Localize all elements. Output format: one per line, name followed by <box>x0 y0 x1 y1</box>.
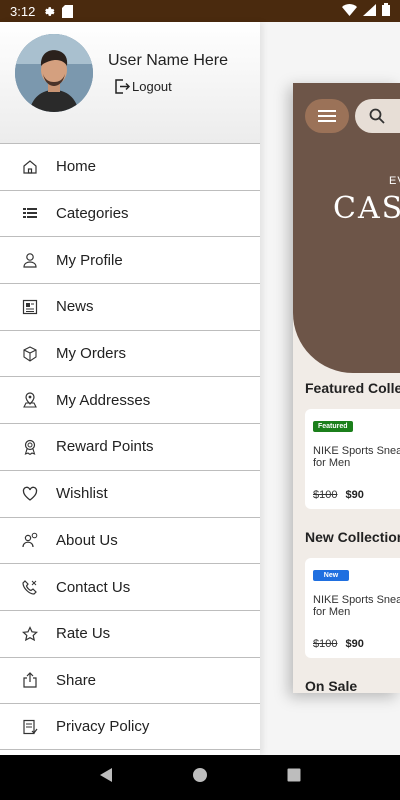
featured-badge: Featured <box>313 421 353 432</box>
orders-icon <box>21 345 39 363</box>
news-icon <box>21 298 39 316</box>
menu-item-label: News <box>56 298 94 316</box>
system-navigation-bar <box>0 755 400 800</box>
menu-item-about-us[interactable]: About Us <box>0 516 260 564</box>
old-price: $100 <box>313 638 338 650</box>
drawer-header: User Name Here Logout <box>0 22 260 143</box>
menu-button[interactable] <box>305 99 349 133</box>
menu-item-categories[interactable]: Categories <box>0 189 260 237</box>
current-price: $90 <box>345 489 364 501</box>
share-icon <box>21 671 39 689</box>
menu-item-wishlist[interactable]: Wishlist <box>0 469 260 517</box>
menu-item-contact-us[interactable]: Contact Us <box>0 563 260 610</box>
about-icon <box>21 531 39 549</box>
menu-item-label: Share <box>56 671 97 689</box>
home-icon <box>21 158 39 176</box>
product-price: $100 $90 <box>313 489 364 501</box>
menu-item-news[interactable]: News <box>0 283 260 330</box>
logout-icon <box>115 79 131 94</box>
settings-gear-icon <box>43 5 56 18</box>
current-price: $90 <box>345 638 364 650</box>
user-name: User Name Here <box>108 52 229 69</box>
menu-item-share[interactable]: Share <box>0 656 260 704</box>
menu-item-privacy-policy[interactable]: Privacy Policy <box>0 703 260 750</box>
menu-item-label: Categories <box>56 205 129 223</box>
drawer-menu: Home Categories My Profile News My Order… <box>0 143 260 750</box>
menu-item-label: Home <box>56 158 97 176</box>
menu-item-label: My Addresses <box>56 391 151 409</box>
contact-icon <box>21 578 39 596</box>
status-bar: 3:12 <box>0 0 400 22</box>
back-icon[interactable] <box>99 767 113 788</box>
recents-icon[interactable] <box>287 768 301 787</box>
menu-item-my-orders[interactable]: My Orders <box>0 329 260 377</box>
home-screen-card: EV CAS Featured Collec Featured NIKE Spo… <box>293 83 400 693</box>
battery-icon <box>382 3 390 19</box>
status-time: 3:12 <box>10 3 36 19</box>
sd-card-icon <box>62 4 74 18</box>
categories-icon <box>21 205 39 223</box>
wifi-icon <box>342 3 357 19</box>
menu-item-home[interactable]: Home <box>0 143 260 190</box>
new-product-card[interactable]: New NIKE Sports Sneak for Men $100 $90 <box>305 558 400 658</box>
menu-item-label: My Profile <box>56 251 123 269</box>
home-button-icon[interactable] <box>192 767 208 788</box>
address-icon <box>21 391 39 409</box>
logout-label: Logout <box>132 79 172 94</box>
featured-section-title: Featured Collec <box>305 380 400 396</box>
hero-title: CAS <box>333 191 400 226</box>
navigation-drawer: User Name Here Logout Home Categories My… <box>0 22 260 755</box>
menu-item-rate-us[interactable]: Rate Us <box>0 609 260 657</box>
product-name: NIKE Sports Sneak for Men <box>313 445 400 469</box>
new-section-title: New Collection <box>305 529 400 545</box>
policy-icon <box>21 718 39 736</box>
menu-item-label: My Orders <box>56 345 127 363</box>
product-name: NIKE Sports Sneak for Men <box>313 594 400 618</box>
menu-item-my-addresses[interactable]: My Addresses <box>0 376 260 423</box>
product-price: $100 $90 <box>313 638 364 650</box>
profile-icon <box>21 251 39 269</box>
hero-subtitle: EV <box>389 175 400 187</box>
new-badge: New <box>313 570 349 581</box>
menu-item-label: About Us <box>56 531 118 549</box>
old-price: $100 <box>313 489 338 501</box>
avatar[interactable] <box>15 34 93 112</box>
menu-item-label: Wishlist <box>56 485 108 503</box>
menu-item-label: Contact Us <box>56 578 131 596</box>
reward-icon <box>21 438 39 456</box>
menu-item-label: Privacy Policy <box>56 718 150 736</box>
menu-item-label: Reward Points <box>56 438 154 456</box>
signal-icon <box>363 3 376 19</box>
star-icon <box>21 625 39 643</box>
hero-banner[interactable]: EV CAS <box>293 83 400 373</box>
sale-section-title: On Sale <box>305 678 358 693</box>
search-bar[interactable] <box>355 99 400 133</box>
menu-item-my-profile[interactable]: My Profile <box>0 236 260 283</box>
logout-button[interactable]: Logout <box>114 78 172 95</box>
menu-item-label: Rate Us <box>56 625 111 643</box>
search-icon <box>369 108 385 124</box>
featured-product-card[interactable]: Featured NIKE Sports Sneak for Men $100 $… <box>305 409 400 509</box>
menu-item-reward-points[interactable]: Reward Points <box>0 423 260 470</box>
heart-icon <box>21 485 39 503</box>
hamburger-icon <box>318 107 336 125</box>
